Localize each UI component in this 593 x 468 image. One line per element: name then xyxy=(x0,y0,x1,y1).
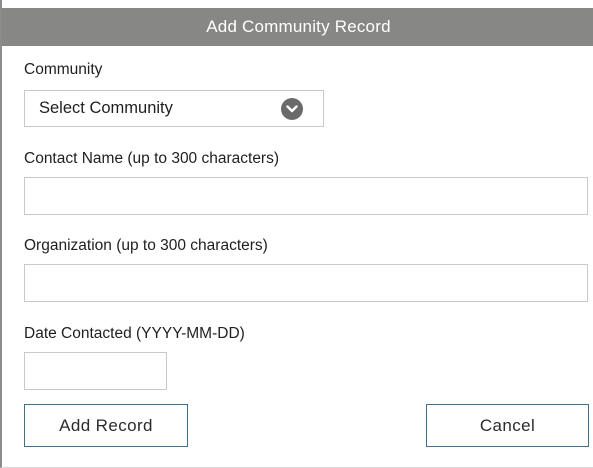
contact-name-label: Contact Name (up to 300 characters) xyxy=(24,150,280,167)
chevron-down-icon xyxy=(281,98,303,120)
dialog-title: Add Community Record xyxy=(2,8,593,46)
date-contacted-field[interactable] xyxy=(24,352,167,390)
community-select[interactable]: Select Community xyxy=(24,90,324,127)
date-contacted-label: Date Contacted (YYYY-MM-DD) xyxy=(24,325,245,342)
community-label: Community xyxy=(24,61,103,78)
community-select-value: Select Community xyxy=(39,99,173,117)
add-record-button[interactable]: Add Record xyxy=(24,404,188,447)
organization-label: Organization (up to 300 characters) xyxy=(24,237,268,254)
contact-name-field[interactable] xyxy=(24,177,588,215)
organization-field[interactable] xyxy=(24,264,588,302)
cancel-button[interactable]: Cancel xyxy=(426,404,589,447)
add-community-record-dialog: Add Community Record Community Select Co… xyxy=(0,0,593,468)
